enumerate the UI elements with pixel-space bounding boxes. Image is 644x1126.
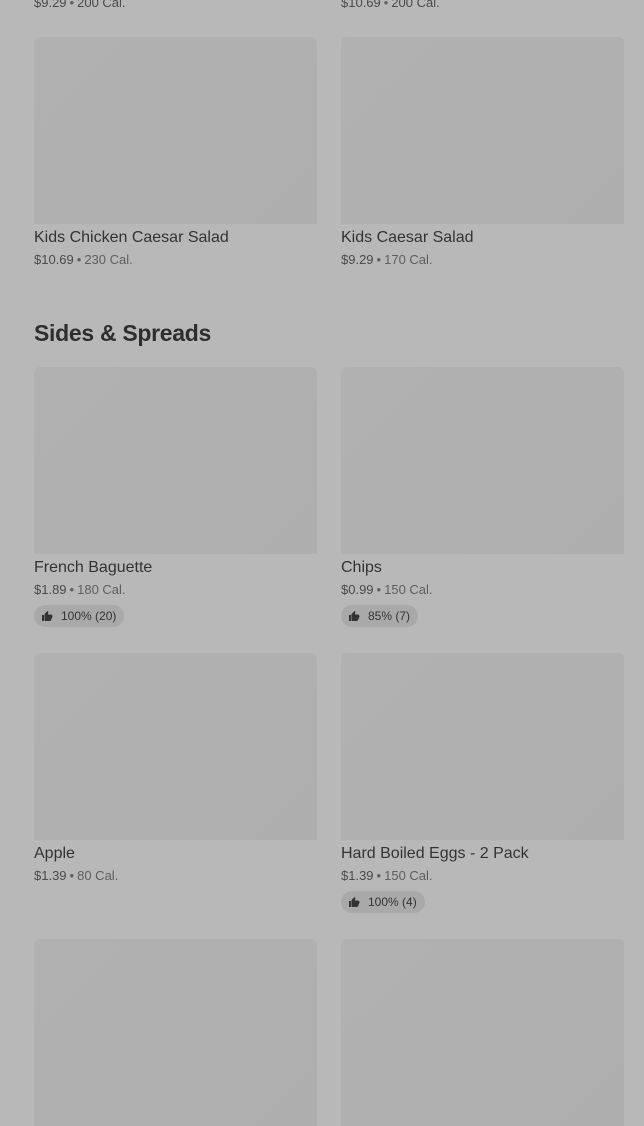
product-price: $1.89 (34, 582, 67, 597)
rating-text: 100% (20) (61, 609, 117, 623)
separator-dot: • (376, 252, 382, 267)
separator-dot: • (383, 0, 389, 10)
product-calories: 80 Cal. (77, 868, 119, 883)
product-image[interactable] (34, 37, 317, 224)
product-card[interactable] (34, 939, 317, 1126)
separator-dot: • (376, 582, 382, 597)
product-calories: 200 Cal. (391, 0, 440, 10)
product-card[interactable]: Apple $1.39 • 80 Cal. (34, 653, 317, 913)
product-name[interactable]: Chips (341, 560, 624, 576)
product-name[interactable]: Kids Caesar Salad (341, 230, 624, 246)
product-image[interactable] (34, 653, 317, 840)
product-card[interactable]: Kids Chicken Caesar Salad $10.69 • 230 Cal… (34, 37, 317, 267)
product-grid-sides (34, 939, 624, 1126)
separator-dot: • (69, 868, 75, 883)
thumbs-up-icon (349, 611, 360, 621)
product-price: $1.39 (341, 868, 374, 883)
product-name[interactable]: Hard Boiled Eggs - 2 Pack (341, 846, 624, 862)
product-calories: 150 Cal. (384, 582, 433, 597)
product-image[interactable] (341, 653, 624, 840)
product-meta: $1.39 • 80 Cal. (34, 869, 317, 883)
product-meta: $9.29 • 200 Cal. (34, 0, 126, 10)
rating-text: 100% (4) (368, 895, 417, 909)
product-calories: 150 Cal. (384, 868, 433, 883)
product-price: $10.69 (34, 252, 74, 267)
product-price: $9.29 (34, 0, 67, 10)
rating-text: 85% (7) (368, 609, 411, 623)
product-grid-sides: Apple $1.39 • 80 Cal. Hard Boiled Eggs - 2… (34, 653, 624, 913)
product-calories: 180 Cal. (77, 582, 126, 597)
product-price: $1.39 (34, 868, 67, 883)
product-calories: 200 Cal. (77, 0, 126, 10)
separator-dot: • (76, 252, 82, 267)
product-image[interactable] (341, 367, 624, 554)
product-image[interactable] (34, 367, 317, 554)
product-card[interactable]: Hard Boiled Eggs - 2 Pack $1.39 • 150 Cal.… (341, 653, 624, 913)
product-price: $0.99 (341, 582, 374, 597)
separator-dot: • (69, 0, 75, 10)
section-title: Sides & Spreads (34, 320, 212, 346)
product-image[interactable] (341, 939, 624, 1126)
product-calories: 230 Cal. (84, 252, 133, 267)
thumbs-up-icon (42, 611, 53, 621)
product-card[interactable]: Kids Caesar Salad $9.29 • 170 Cal. (341, 37, 624, 267)
separator-dot: • (69, 582, 75, 597)
product-name[interactable]: Kids Chicken Caesar Salad (34, 230, 317, 246)
product-card[interactable]: Chips $0.99 • 150 Cal. 85% (7) (341, 367, 624, 627)
product-meta: $9.29 • 170 Cal. (341, 253, 624, 267)
product-meta: $10.69 • 230 Cal. (34, 253, 317, 267)
product-grid-kids: Kids Chicken Caesar Salad $10.69 • 230 Cal… (34, 37, 624, 267)
product-meta: $1.89 • 180 Cal. (34, 583, 317, 597)
rating-badge: 100% (4) (341, 891, 425, 913)
product-price: $10.69 (341, 0, 381, 10)
product-card[interactable]: French Baguette $1.89 • 180 Cal. 100% (20) (34, 367, 317, 627)
thumbs-up-icon (349, 897, 360, 907)
product-grid-sides: French Baguette $1.89 • 180 Cal. 100% (20)… (34, 367, 624, 627)
product-meta: $10.69 • 200 Cal. (341, 0, 440, 10)
product-calories: 170 Cal. (384, 252, 433, 267)
product-meta: $1.39 • 150 Cal. (341, 869, 624, 883)
product-name[interactable]: Apple (34, 846, 317, 862)
product-card[interactable] (341, 939, 624, 1126)
separator-dot: • (376, 868, 382, 883)
product-image[interactable] (34, 939, 317, 1126)
product-price: $9.29 (341, 252, 374, 267)
product-meta: $0.99 • 150 Cal. (341, 583, 624, 597)
product-name[interactable]: French Baguette (34, 560, 317, 576)
rating-badge: 100% (20) (34, 605, 125, 627)
rating-badge: 85% (7) (341, 605, 419, 627)
product-image[interactable] (341, 37, 624, 224)
